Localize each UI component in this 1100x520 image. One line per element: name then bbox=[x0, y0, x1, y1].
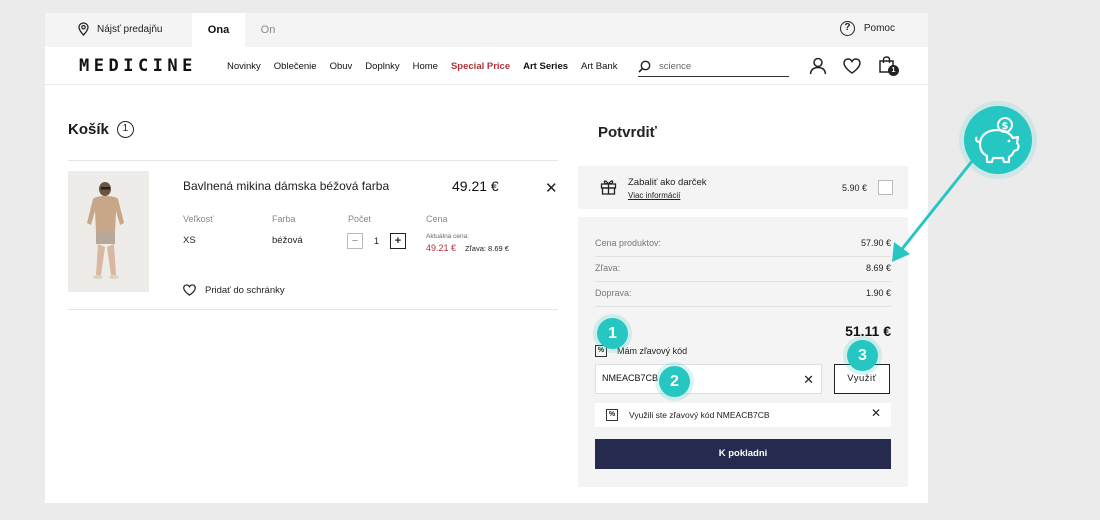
color-label: Farba bbox=[272, 214, 296, 224]
nav-item-novinky[interactable]: Novinky bbox=[227, 61, 261, 72]
add-to-wishlist-button[interactable]: Pridať do schránky bbox=[183, 284, 285, 296]
step-2-badge: 2 bbox=[659, 366, 690, 397]
current-price: 49.21 € bbox=[426, 243, 457, 253]
wishlist-label: Pridať do schránky bbox=[205, 284, 285, 296]
tab-on[interactable]: On bbox=[250, 13, 286, 47]
discount-code-toggle-label: Mám zľavový kód bbox=[617, 346, 688, 356]
logo[interactable]: MEDICINE bbox=[79, 56, 197, 76]
product-image[interactable] bbox=[68, 171, 149, 292]
shipping-value: 1.90 € bbox=[865, 288, 891, 298]
top-bar: Nájsť predajňu Ona On ? Pomoc bbox=[45, 13, 928, 47]
price-label: Cena bbox=[426, 214, 448, 224]
gift-icon bbox=[600, 180, 617, 195]
cart-divider-bottom bbox=[68, 309, 558, 310]
step-3-badge: 3 bbox=[847, 340, 878, 371]
nav-item-oblecenie[interactable]: Oblečenie bbox=[274, 61, 317, 72]
current-price-label: Aktuálna cena: bbox=[426, 233, 470, 240]
help-label: Pomoc bbox=[863, 23, 895, 34]
nav-item-art-bank[interactable]: Art Bank bbox=[581, 61, 617, 72]
product-photo bbox=[68, 171, 149, 292]
checkout-button[interactable]: K pokladni bbox=[595, 439, 891, 469]
question-circle-icon: ? bbox=[839, 21, 855, 36]
cart-count-badge: 1 bbox=[888, 65, 899, 76]
step-1-badge: 1 bbox=[597, 318, 628, 349]
cart-heading: Košík 1 bbox=[68, 121, 134, 138]
gift-wrap-title: Zabaliť ako darček bbox=[628, 177, 707, 188]
current-price-block: Aktuálna cena: 49.21 € Zľava: 8.69 € bbox=[426, 233, 509, 253]
gift-wrap-price: 5.90 € bbox=[842, 183, 868, 193]
main-navbar: MEDICINE Novinky Oblečenie Obuv Doplnky … bbox=[45, 47, 928, 85]
summary-title: Potvrdiť bbox=[598, 124, 657, 141]
cart-title: Košík bbox=[68, 121, 109, 138]
discount-code-input[interactable] bbox=[602, 373, 782, 383]
cart-divider-top bbox=[68, 160, 558, 161]
heart-icon[interactable] bbox=[843, 58, 861, 74]
quantity-value: 1 bbox=[374, 236, 380, 246]
summary-divider bbox=[595, 281, 891, 282]
heart-icon bbox=[183, 284, 196, 296]
quantity-stepper: − 1 + bbox=[347, 233, 407, 249]
cart-count: 1 bbox=[116, 121, 134, 138]
cart-button[interactable]: 1 bbox=[879, 56, 899, 76]
item-discount: Zľava: 8.69 € bbox=[465, 244, 509, 253]
applied-code-message: % Využili ste zľavový kód NMEACB7CB ✕ bbox=[595, 403, 891, 427]
summary-divider bbox=[595, 256, 891, 257]
main-nav: Novinky Oblečenie Obuv Doplnky Home Spec… bbox=[227, 47, 617, 85]
nav-item-art-series[interactable]: Art Series bbox=[523, 61, 568, 72]
product-price: 49.21 € bbox=[452, 178, 499, 194]
product-name[interactable]: Bavlnená mikina dámska béžová farba bbox=[183, 179, 389, 193]
nav-item-doplnky[interactable]: Doplnky bbox=[365, 61, 399, 72]
shipping-label: Doprava: bbox=[595, 288, 632, 298]
search-input[interactable] bbox=[659, 60, 769, 72]
page: Nájsť predajňu Ona On ? Pomoc MEDICINE N… bbox=[45, 13, 928, 503]
quantity-decrease-button[interactable]: − bbox=[347, 233, 363, 249]
nav-item-special-price[interactable]: Special Price bbox=[451, 61, 510, 72]
summary-divider bbox=[595, 306, 891, 307]
find-store-label: Nájsť predajňu bbox=[97, 23, 163, 35]
gift-more-info-link[interactable]: Viac informácií bbox=[628, 191, 680, 200]
gift-wrap-option: Zabaliť ako darček Viac informácií 5.90 … bbox=[578, 166, 908, 209]
nav-item-obuv[interactable]: Obuv bbox=[330, 61, 353, 72]
search-box[interactable] bbox=[638, 56, 789, 77]
search-icon[interactable] bbox=[638, 60, 651, 73]
size-label: Veľkosť bbox=[183, 214, 214, 224]
color-value: béžová bbox=[272, 235, 303, 246]
order-total: 51.11 € bbox=[845, 323, 891, 339]
pointer-arrow bbox=[892, 158, 975, 262]
percent-icon: % bbox=[606, 409, 618, 421]
tab-ona[interactable]: Ona bbox=[192, 13, 245, 47]
applied-code-text: Využili ste zľavový kód NMEACB7CB bbox=[629, 410, 770, 420]
discount-label: Zľava: bbox=[595, 263, 621, 273]
svg-text:$: $ bbox=[1002, 121, 1009, 132]
nav-item-home[interactable]: Home bbox=[413, 61, 438, 72]
remove-item-button[interactable]: ✕ bbox=[545, 179, 558, 197]
location-pin-icon bbox=[78, 22, 89, 36]
user-icon[interactable] bbox=[809, 57, 827, 75]
discount-code-field[interactable]: ✕ bbox=[595, 364, 822, 394]
quantity-label: Počet bbox=[348, 214, 372, 224]
remove-code-icon[interactable]: ✕ bbox=[871, 406, 881, 420]
size-value: XS bbox=[183, 235, 196, 246]
products-price-label: Cena produktov: bbox=[595, 238, 662, 248]
find-store-link[interactable]: Nájsť predajňu bbox=[78, 22, 162, 36]
help-link[interactable]: ? Pomoc bbox=[839, 21, 895, 36]
quantity-increase-button[interactable]: + bbox=[390, 233, 407, 249]
clear-code-icon[interactable]: ✕ bbox=[803, 372, 814, 388]
